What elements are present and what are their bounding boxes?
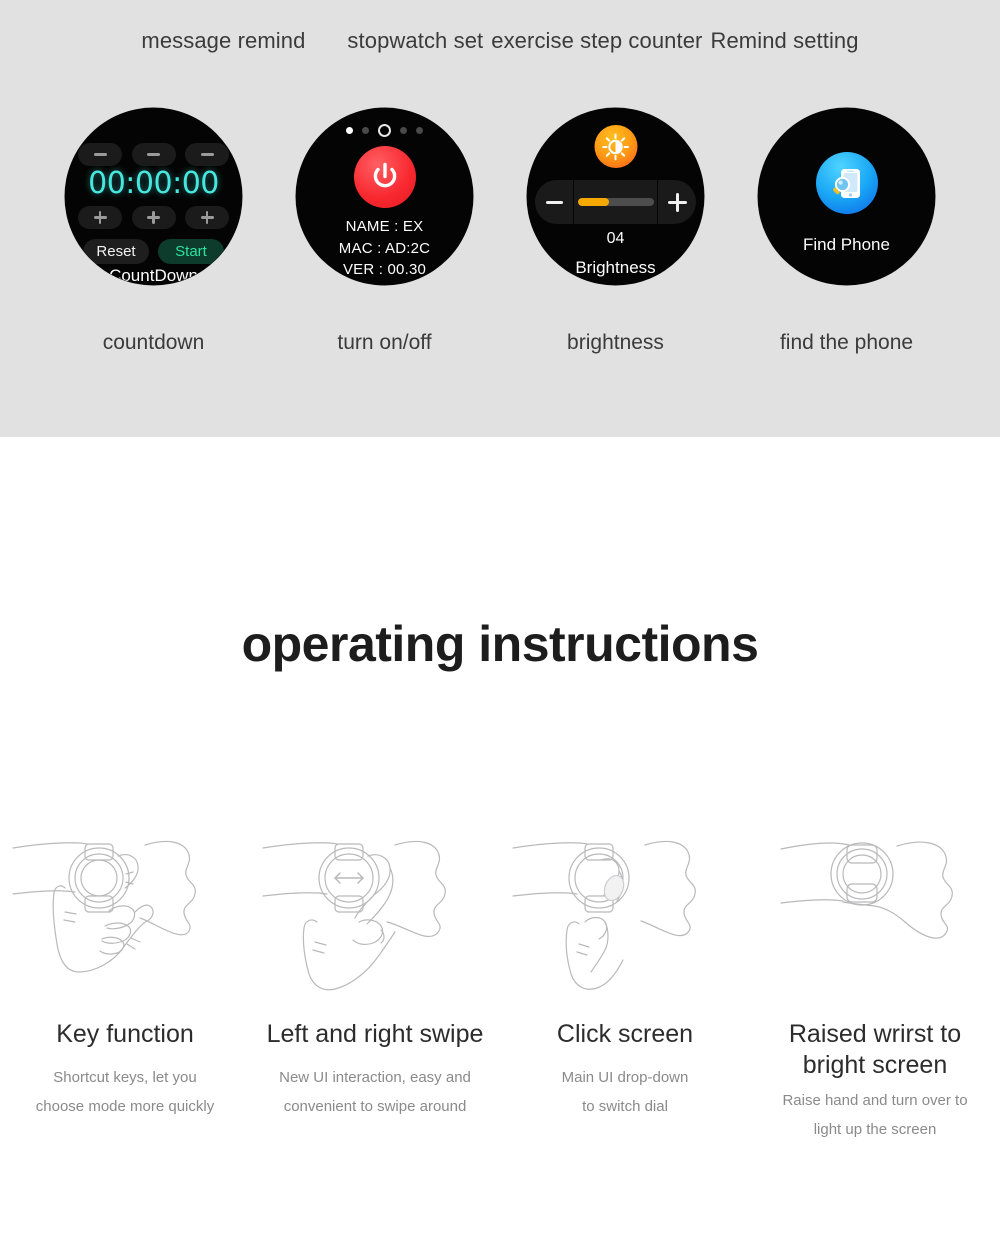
brightness-slider-fill xyxy=(577,198,610,206)
brightness-screen-label: Brightness xyxy=(575,258,656,277)
countdown-hours-increment-button[interactable] xyxy=(78,206,122,229)
find-phone-watch-face: Find Phone xyxy=(758,108,935,285)
instruction-description: Raise hand and turn over to light up the… xyxy=(782,1092,968,1139)
brightness-slider[interactable] xyxy=(574,198,657,206)
countdown-watch-face: 00:00:00 Reset Start CountDown xyxy=(65,108,242,285)
brightness-decrease-button[interactable] xyxy=(535,180,573,224)
watch-caption-brightness: brightness xyxy=(567,331,664,354)
instruction-title: Click screen xyxy=(556,1020,694,1048)
pager-dot-2 xyxy=(362,127,369,134)
plus-icon xyxy=(200,211,214,224)
brightness-watch-face: 04 Brightness xyxy=(527,108,704,285)
plus-icon xyxy=(93,211,107,224)
feature-heading-remind-setting: Remind setting xyxy=(710,28,859,53)
operating-instructions-row: Key function Shortcut keys, let you choo… xyxy=(0,826,1000,1145)
countdown-seconds-increment-button[interactable] xyxy=(185,206,229,229)
device-name-line: NAME : EX xyxy=(345,218,424,235)
pager-dot-1 xyxy=(346,127,353,134)
countdown-seconds-decrement-button[interactable] xyxy=(185,143,229,166)
countdown-time-display: 00:00:00 xyxy=(88,166,219,201)
instruction-description: Shortcut keys, let you choose mode more … xyxy=(35,1068,215,1115)
feature-heading-stopwatch-set: stopwatch set xyxy=(347,28,484,53)
brightness-sun-badge xyxy=(594,125,637,168)
instruction-title: Left and right swipe xyxy=(266,1020,484,1048)
hand-press-button-illustration xyxy=(12,840,196,973)
brightness-increase-button[interactable] xyxy=(658,180,696,224)
pager-dot-3-active xyxy=(378,124,391,137)
minus-icon xyxy=(93,153,107,156)
product-feature-page: message remind stopwatch set exercise st… xyxy=(0,0,1000,1234)
countdown-minutes-increment-button[interactable] xyxy=(131,206,176,229)
watch-cell-power: NAME : EX MAC : AD:2C VER : 00.30 turn o… xyxy=(287,108,482,355)
watch-cell-countdown: 00:00:00 Reset Start CountDown countdown xyxy=(56,108,251,355)
power-off-button[interactable] xyxy=(353,146,416,208)
instruction-item-raised-wrist: Raised wrirst to bright screen Raise han… xyxy=(750,826,1000,1145)
instruction-item-left-and-right-swipe: Left and right swipe New UI interaction,… xyxy=(250,826,500,1145)
countdown-increment-row xyxy=(78,206,229,229)
minus-icon xyxy=(545,200,563,204)
find-phone-icon xyxy=(832,169,860,198)
raise-wrist-illustration xyxy=(780,841,953,939)
instruction-item-key-function: Key function Shortcut keys, let you choo… xyxy=(0,826,250,1145)
instruction-description: New UI interaction, easy and convenient … xyxy=(279,1068,471,1115)
watch-caption-countdown: countdown xyxy=(102,331,205,354)
tap-screen-illustration xyxy=(512,840,696,990)
instruction-description: Main UI drop-down to switch dial xyxy=(561,1068,689,1115)
countdown-screen-label: CountDown xyxy=(109,266,198,285)
countdown-reset-button[interactable]: Reset xyxy=(83,239,149,264)
pager-dot-5 xyxy=(416,127,423,134)
countdown-action-row: Reset Start xyxy=(83,239,224,264)
instruction-title: Raised wrirst to bright screen xyxy=(788,1020,962,1079)
watch-showcase-row: 00:00:00 Reset Start CountDown countdown xyxy=(0,108,1000,355)
section-title: operating instructions xyxy=(241,616,759,672)
watch-caption-find-the-phone: find the phone xyxy=(779,331,914,354)
countdown-minutes-decrement-button[interactable] xyxy=(131,143,176,166)
instruction-item-click-screen: Click screen Main UI drop-down to switch… xyxy=(500,826,750,1145)
instruction-title: Key function xyxy=(56,1020,194,1048)
watch-cell-brightness: 04 Brightness brightness xyxy=(518,108,713,355)
watch-caption-turn-on-off: turn on/off xyxy=(337,331,432,354)
find-phone-screen-label: Find Phone xyxy=(803,235,890,254)
brightness-sun-icon xyxy=(602,133,629,160)
feature-heading-exercise-step-counter: exercise step counter xyxy=(491,28,703,53)
watch-cell-find-phone: Find Phone find the phone xyxy=(749,108,944,355)
feature-heading-message-remind: message remind xyxy=(141,28,306,53)
find-phone-button[interactable] xyxy=(815,152,878,214)
countdown-start-button[interactable]: Start xyxy=(158,239,224,264)
power-icon xyxy=(373,162,396,188)
brightness-control-bar xyxy=(535,180,696,224)
countdown-hours-decrement-button[interactable] xyxy=(78,143,122,166)
brightness-value: 04 xyxy=(606,230,625,247)
minus-icon xyxy=(147,153,160,156)
pager-dot-4 xyxy=(400,127,407,134)
countdown-decrement-row xyxy=(78,143,229,166)
minus-icon xyxy=(200,153,214,156)
power-watch-face: NAME : EX MAC : AD:2C VER : 00.30 xyxy=(296,108,473,285)
device-version-line: VER : 00.30 xyxy=(342,261,427,279)
power-pager-dots xyxy=(296,124,473,137)
power-device-info: NAME : EX MAC : AD:2C VER : 00.30 xyxy=(296,216,473,281)
features-panel: message remind stopwatch set exercise st… xyxy=(0,0,1000,437)
plus-icon xyxy=(667,192,687,212)
swipe-left-right-illustration xyxy=(262,840,446,991)
plus-icon xyxy=(147,211,160,224)
feature-heading-row: message remind stopwatch set exercise st… xyxy=(0,28,1000,54)
brightness-slider-track xyxy=(577,198,654,206)
device-mac-line: MAC : AD:2C xyxy=(338,239,431,257)
